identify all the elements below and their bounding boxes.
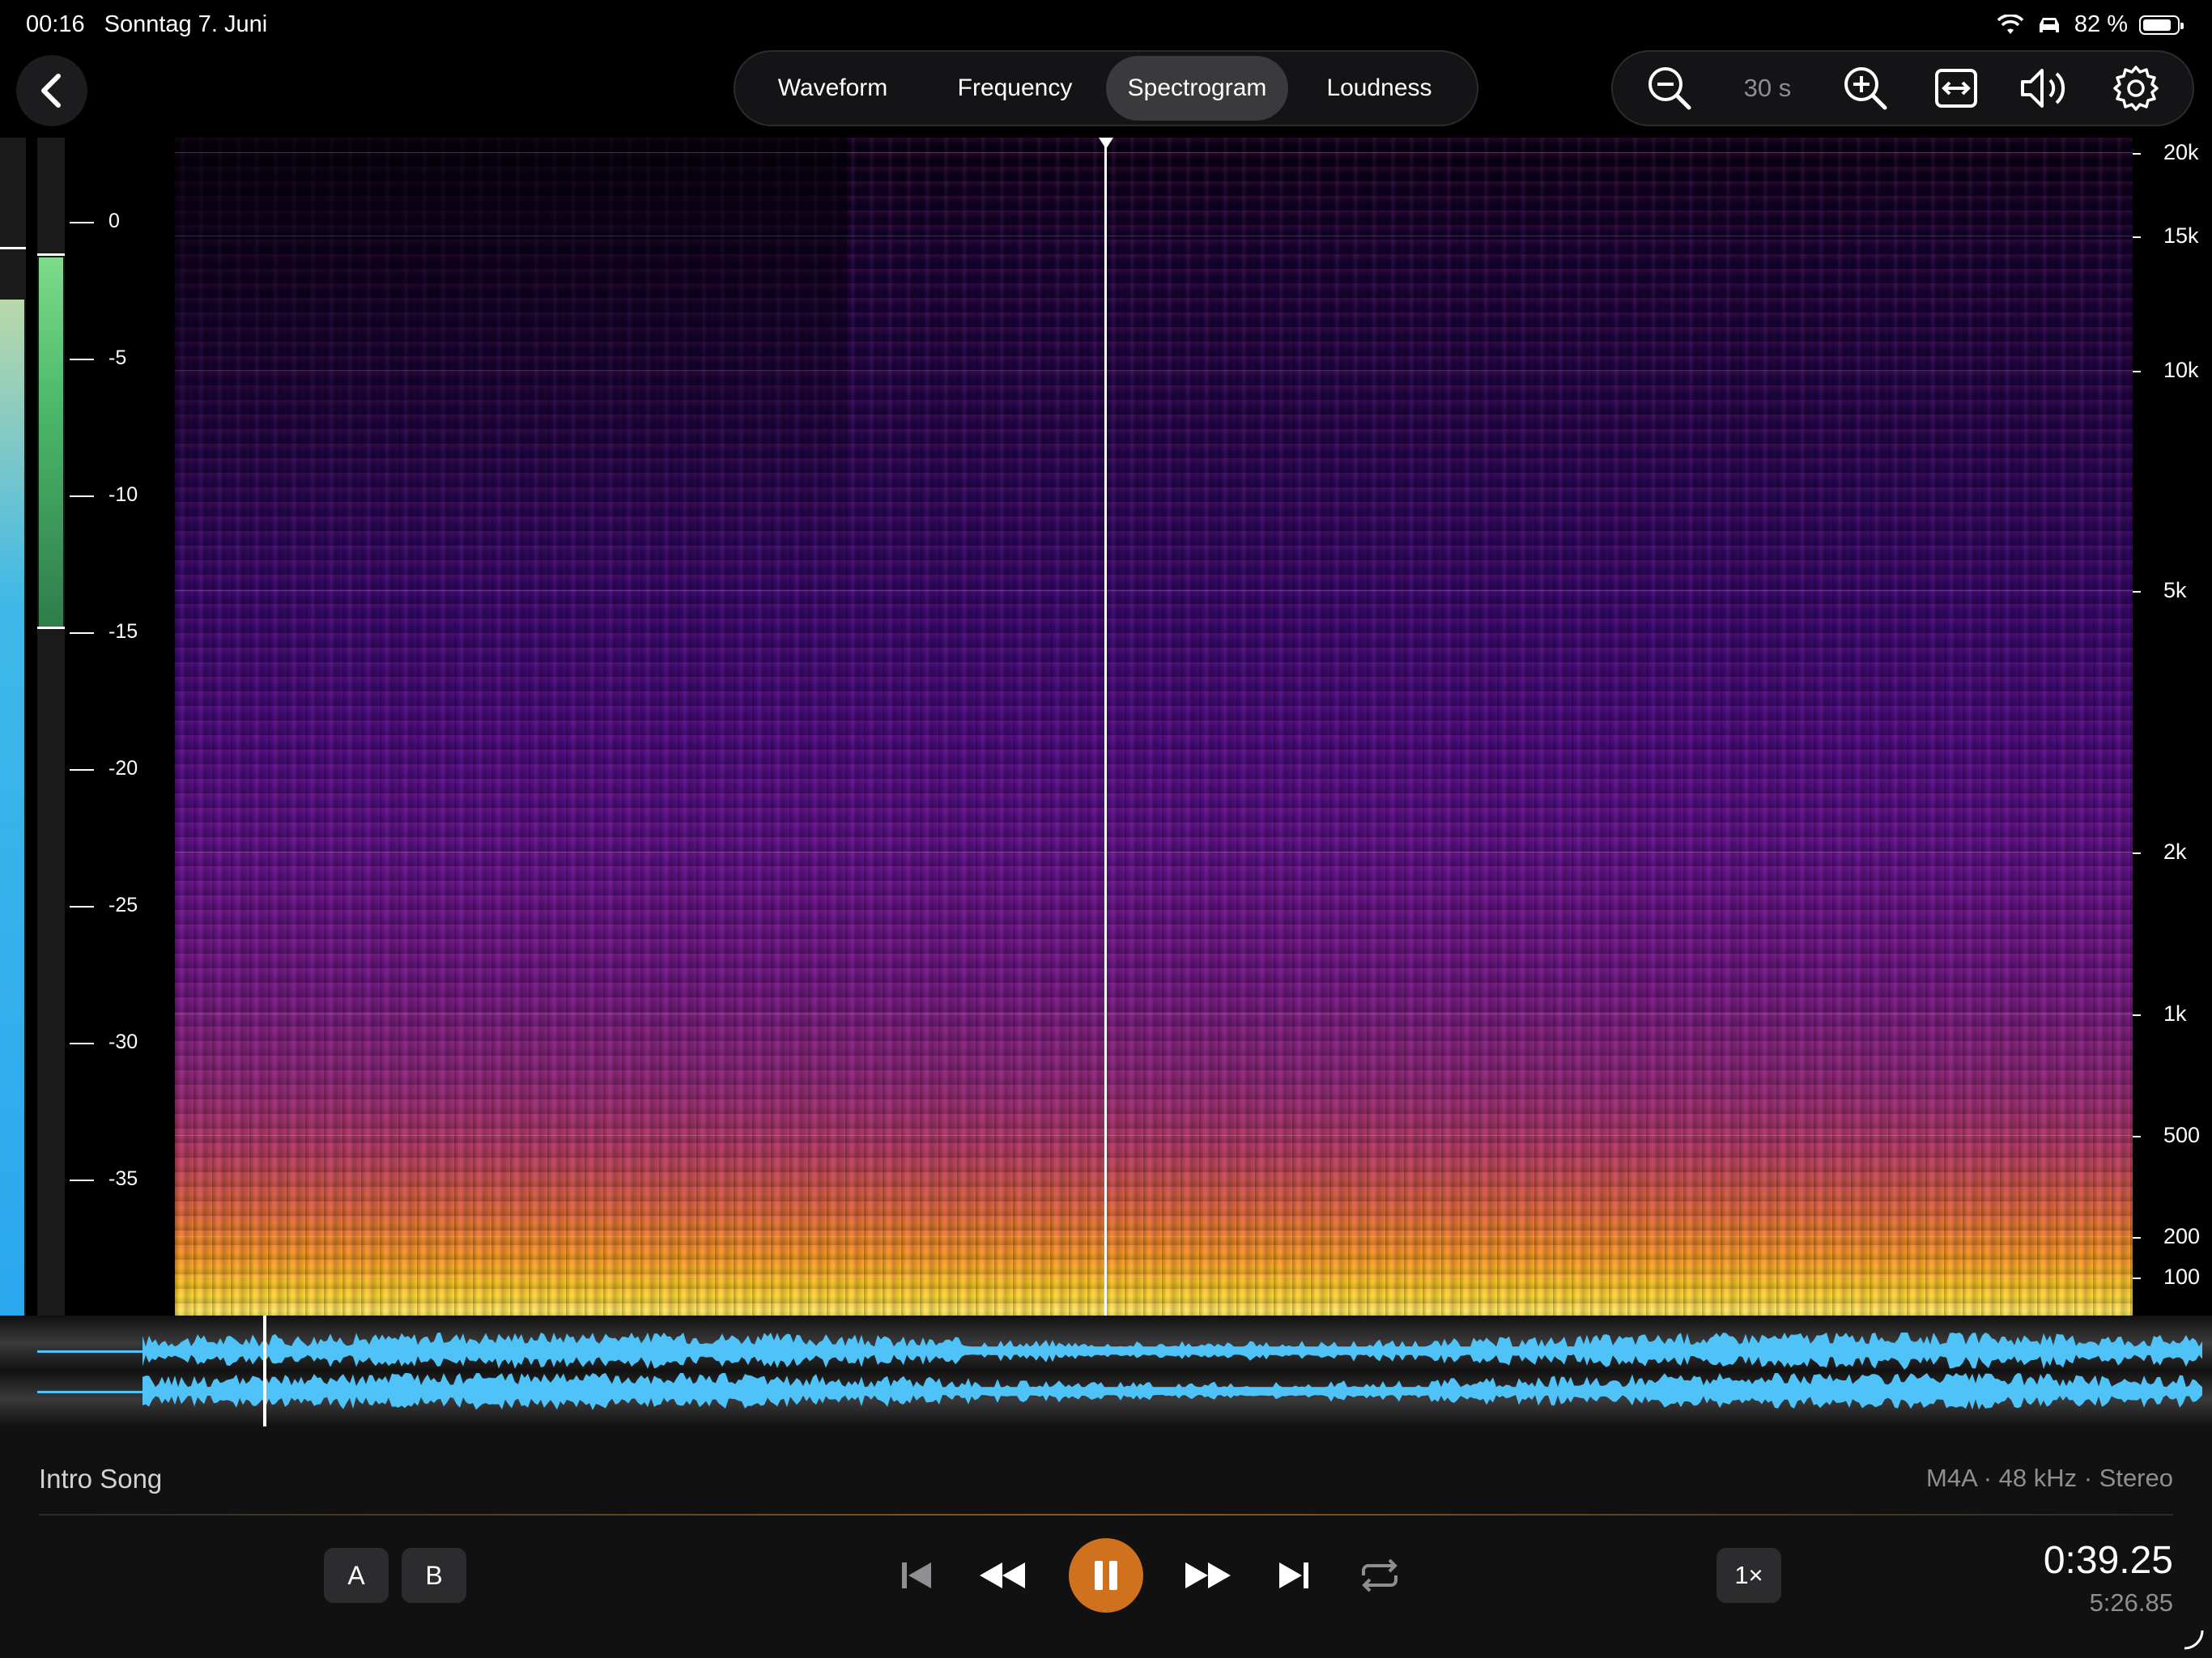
- playhead[interactable]: [1104, 141, 1107, 1316]
- skip-to-end-button[interactable]: [1261, 1543, 1326, 1608]
- fast-forward-button[interactable]: [1176, 1543, 1240, 1608]
- tab-spectrogram[interactable]: Spectrogram: [1106, 56, 1288, 121]
- tab-loudness[interactable]: Loudness: [1288, 56, 1470, 121]
- waveform-channel-right: [143, 1373, 2202, 1410]
- freq-tick: 15k: [2133, 223, 2212, 249]
- level-meter-left: [0, 138, 26, 1316]
- volume-icon: [2020, 69, 2065, 108]
- freq-tick: 100: [2133, 1265, 2212, 1290]
- view-toolbar: 30 s: [1611, 50, 2194, 126]
- frequency-scale: 20k 15k 10k 5k 2k 1k 500 200 100: [2133, 138, 2212, 1316]
- gear-icon: [2113, 66, 2159, 111]
- rewind-button[interactable]: [970, 1543, 1035, 1608]
- freq-tick: 200: [2133, 1224, 2212, 1249]
- freq-tick: 500: [2133, 1123, 2212, 1148]
- track-info-bar: Intro Song M4A · 48 kHz · Stereo: [0, 1426, 2212, 1516]
- db-scale: 0 -5 -10 -15 -20 -25 -30 -35: [70, 138, 159, 1316]
- zoom-in-button[interactable]: [1833, 56, 1898, 121]
- status-date: Sonntag 7. Juni: [104, 11, 268, 37]
- skip-to-start-button[interactable]: [884, 1543, 949, 1608]
- chevron-left-icon: [41, 74, 61, 108]
- db-tick: -25: [70, 894, 138, 917]
- track-format: M4A · 48 kHz · Stereo: [1926, 1464, 2173, 1492]
- status-time: 00:16: [26, 11, 85, 37]
- freq-tick: 10k: [2133, 358, 2212, 383]
- repeat-button[interactable]: [1347, 1543, 1412, 1608]
- freq-tick: 2k: [2133, 840, 2212, 865]
- zoom-in-icon: [1844, 67, 1887, 110]
- track-title: Intro Song: [39, 1464, 163, 1494]
- freq-tick: 20k: [2133, 140, 2212, 165]
- rewind-icon: [980, 1562, 1025, 1588]
- gridline: [175, 1135, 2133, 1136]
- skip-forward-icon: [1279, 1562, 1308, 1588]
- loudness-meter: [37, 138, 65, 1316]
- loudness-meter-fill: [39, 257, 63, 628]
- db-tick: -10: [70, 483, 138, 507]
- tab-frequency[interactable]: Frequency: [924, 56, 1106, 121]
- fast-forward-icon: [1185, 1562, 1231, 1588]
- loop-a-button[interactable]: A: [324, 1548, 389, 1603]
- db-tick: -30: [70, 1031, 138, 1054]
- overview-waveform[interactable]: [0, 1316, 2212, 1426]
- gridline: [175, 370, 2133, 371]
- current-time: 0:39.25: [2043, 1539, 2173, 1582]
- level-meter-left-fill: [0, 300, 24, 1316]
- gridline: [175, 1277, 2133, 1278]
- zoom-window-label: 30 s: [1743, 74, 1792, 102]
- skip-back-icon: [902, 1562, 931, 1588]
- db-tick: -20: [70, 757, 138, 780]
- status-bar: 00:16 Sonntag 7. Juni 82 %: [0, 0, 2212, 50]
- resize-corner-icon: [2184, 1630, 2204, 1650]
- back-button[interactable]: [16, 55, 87, 126]
- repeat-icon: [1362, 1558, 1397, 1592]
- db-tick: 0: [70, 210, 120, 233]
- battery-icon: [2139, 15, 2184, 35]
- loop-b-button[interactable]: B: [402, 1548, 466, 1603]
- freq-tick: 1k: [2133, 1001, 2212, 1027]
- db-tick: -5: [70, 346, 126, 370]
- zoom-out-icon: [1648, 67, 1691, 110]
- overview-cursor[interactable]: [263, 1316, 266, 1426]
- view-mode-tabs: Waveform Frequency Spectrogram Loudness: [734, 50, 1478, 126]
- car-icon: [2039, 17, 2059, 32]
- zoom-out-button[interactable]: [1637, 56, 1702, 121]
- peak-marker: [0, 247, 26, 249]
- playback-speed-button[interactable]: 1×: [1716, 1548, 1781, 1603]
- spectrogram-view[interactable]: [175, 138, 2133, 1316]
- total-duration: 5:26.85: [2089, 1588, 2173, 1617]
- volume-button[interactable]: [2014, 56, 2078, 121]
- transport-bar: A B 1× 0:39.25 5:26.85: [0, 1516, 2212, 1658]
- db-tick: -35: [70, 1167, 138, 1191]
- db-tick: -15: [70, 620, 138, 644]
- freq-tick: 5k: [2133, 578, 2212, 603]
- gridline: [175, 590, 2133, 591]
- fit-width-icon: [1934, 69, 1977, 108]
- settings-button[interactable]: [2104, 56, 2168, 121]
- battery-percent: 82 %: [2074, 11, 2128, 37]
- wifi-icon: [1997, 14, 2024, 34]
- pause-button[interactable]: [1069, 1538, 1143, 1613]
- waveform-channel-left: [143, 1333, 2202, 1370]
- gridline: [175, 152, 2133, 153]
- fit-width-button[interactable]: [1924, 56, 1989, 121]
- gridline: [175, 1236, 2133, 1237]
- tab-waveform[interactable]: Waveform: [742, 56, 924, 121]
- pause-icon: [1095, 1561, 1117, 1590]
